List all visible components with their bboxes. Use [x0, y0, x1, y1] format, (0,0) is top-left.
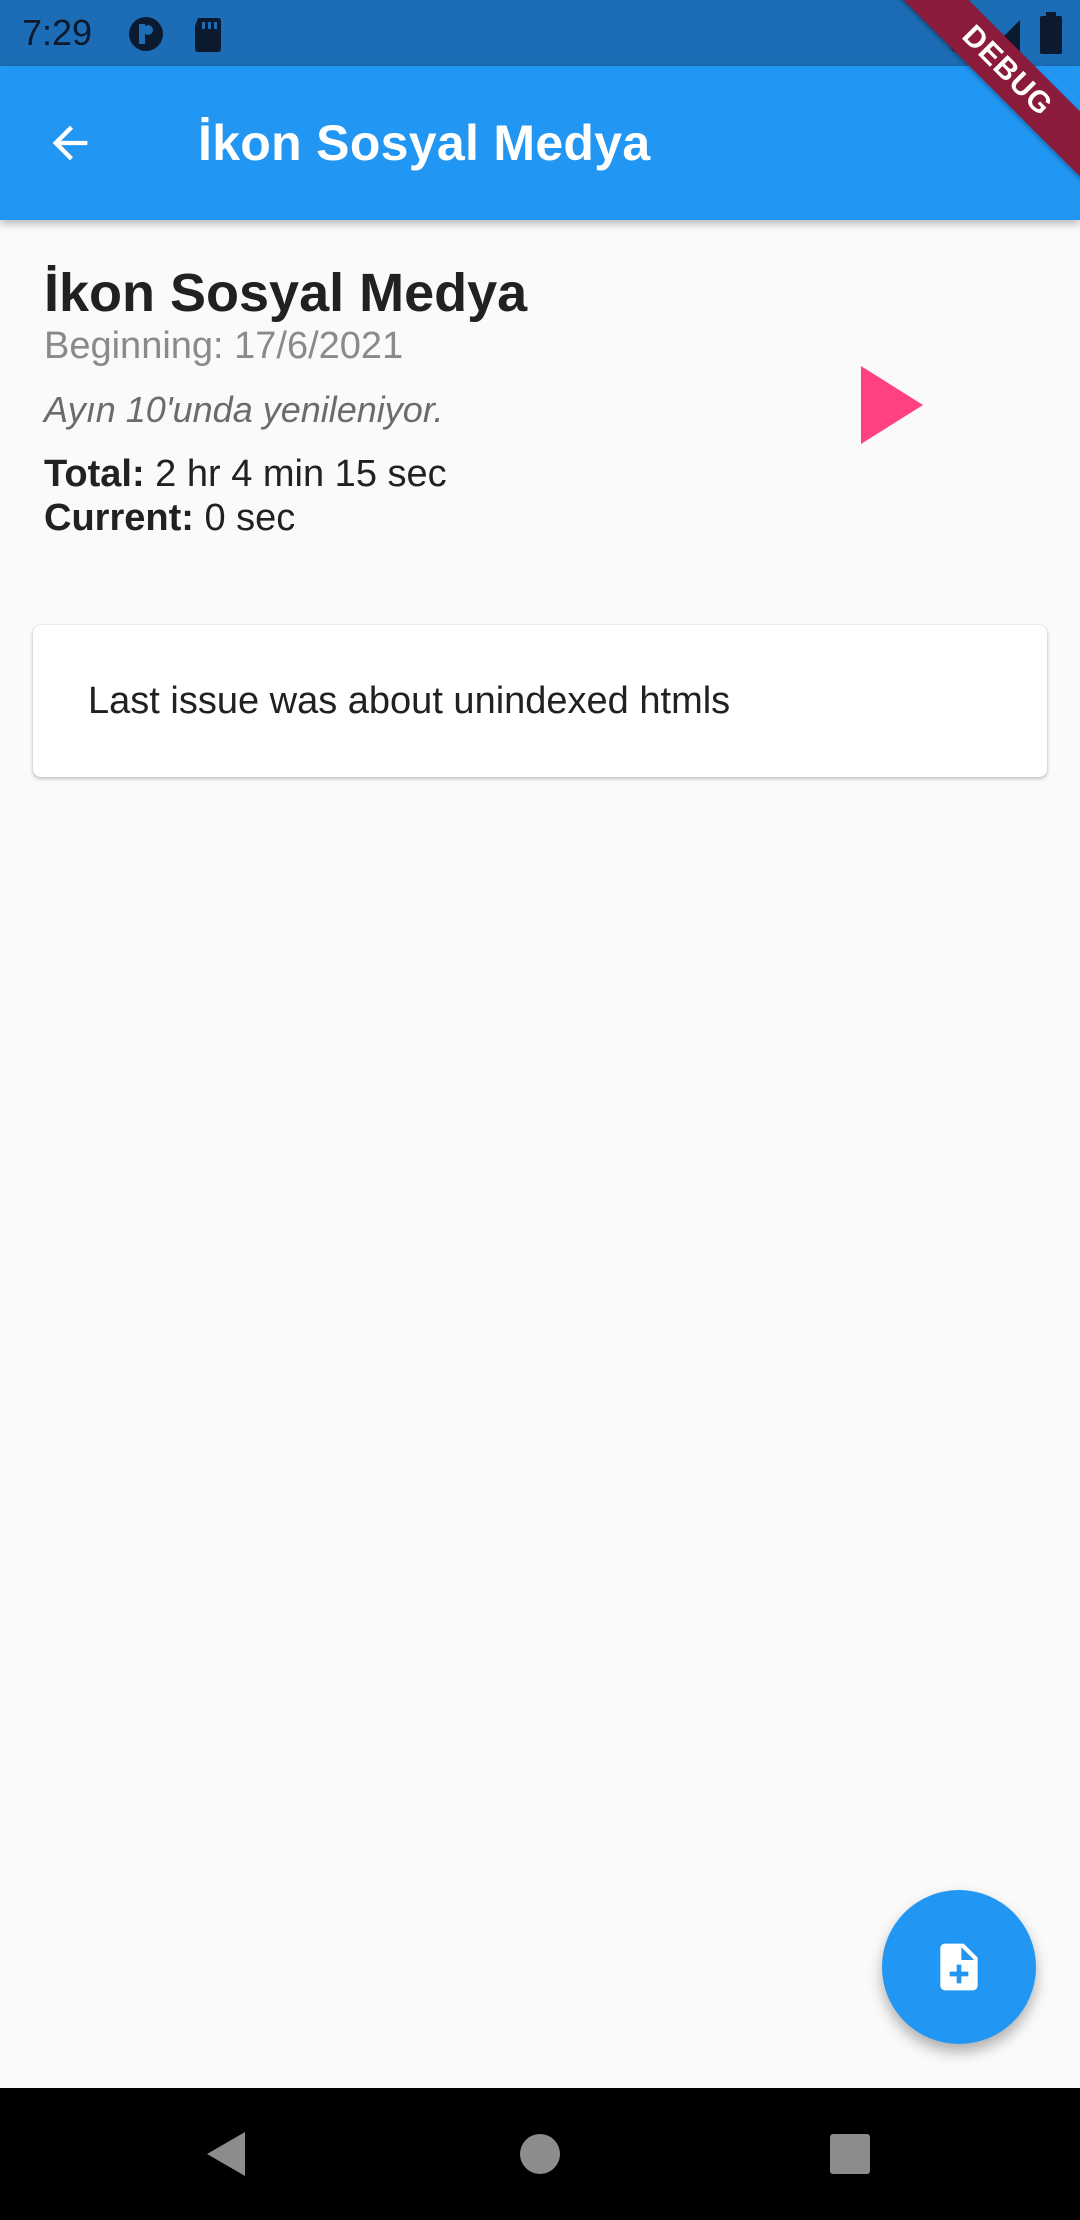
entry-current: Current: 0 sec: [44, 496, 844, 540]
nav-recents-icon: [830, 2134, 870, 2174]
back-button[interactable]: [30, 103, 110, 183]
nav-back-button[interactable]: [186, 2114, 266, 2194]
total-value: 2 hr 4 min 15 sec: [144, 453, 447, 495]
system-nav-bar: [0, 2088, 1080, 2220]
nav-recents-button[interactable]: [810, 2114, 890, 2194]
add-note-fab[interactable]: [882, 1890, 1036, 2044]
status-time: 7:29: [22, 12, 93, 53]
entry-renewal-note: Ayın 10'unda yenileniyor.: [44, 389, 444, 430]
entry-title: İkon Sosyal Medya: [44, 263, 528, 323]
entry-header: İkon Sosyal Medya Beginning: 17/6/2021 A…: [44, 260, 844, 540]
issue-text: Last issue was about unindexed htmls: [88, 680, 731, 722]
entry-beginning-date: Beginning: 17/6/2021: [44, 325, 404, 367]
play-button[interactable]: [852, 360, 932, 450]
media-icon: [129, 17, 163, 51]
app-title: İkon Sosyal Medya: [198, 115, 651, 171]
current-value: 0 sec: [193, 497, 296, 539]
battery-icon: [1040, 12, 1062, 54]
app-bar: İkon Sosyal Medya: [0, 66, 1080, 220]
note-add-icon: [940, 1943, 978, 1991]
nav-home-button[interactable]: [500, 2114, 580, 2194]
total-label: Total:: [44, 453, 145, 495]
current-label: Current:: [44, 497, 194, 539]
entry-total: Total: 2 hr 4 min 15 sec: [44, 452, 844, 496]
sd-card-icon: [195, 18, 221, 52]
issue-card[interactable]: Last issue was about unindexed htmls: [33, 625, 1047, 777]
play-icon: [861, 366, 923, 444]
nav-home-icon: [520, 2134, 560, 2174]
nav-back-icon: [207, 2132, 245, 2176]
arrow-back-icon: [52, 125, 88, 161]
